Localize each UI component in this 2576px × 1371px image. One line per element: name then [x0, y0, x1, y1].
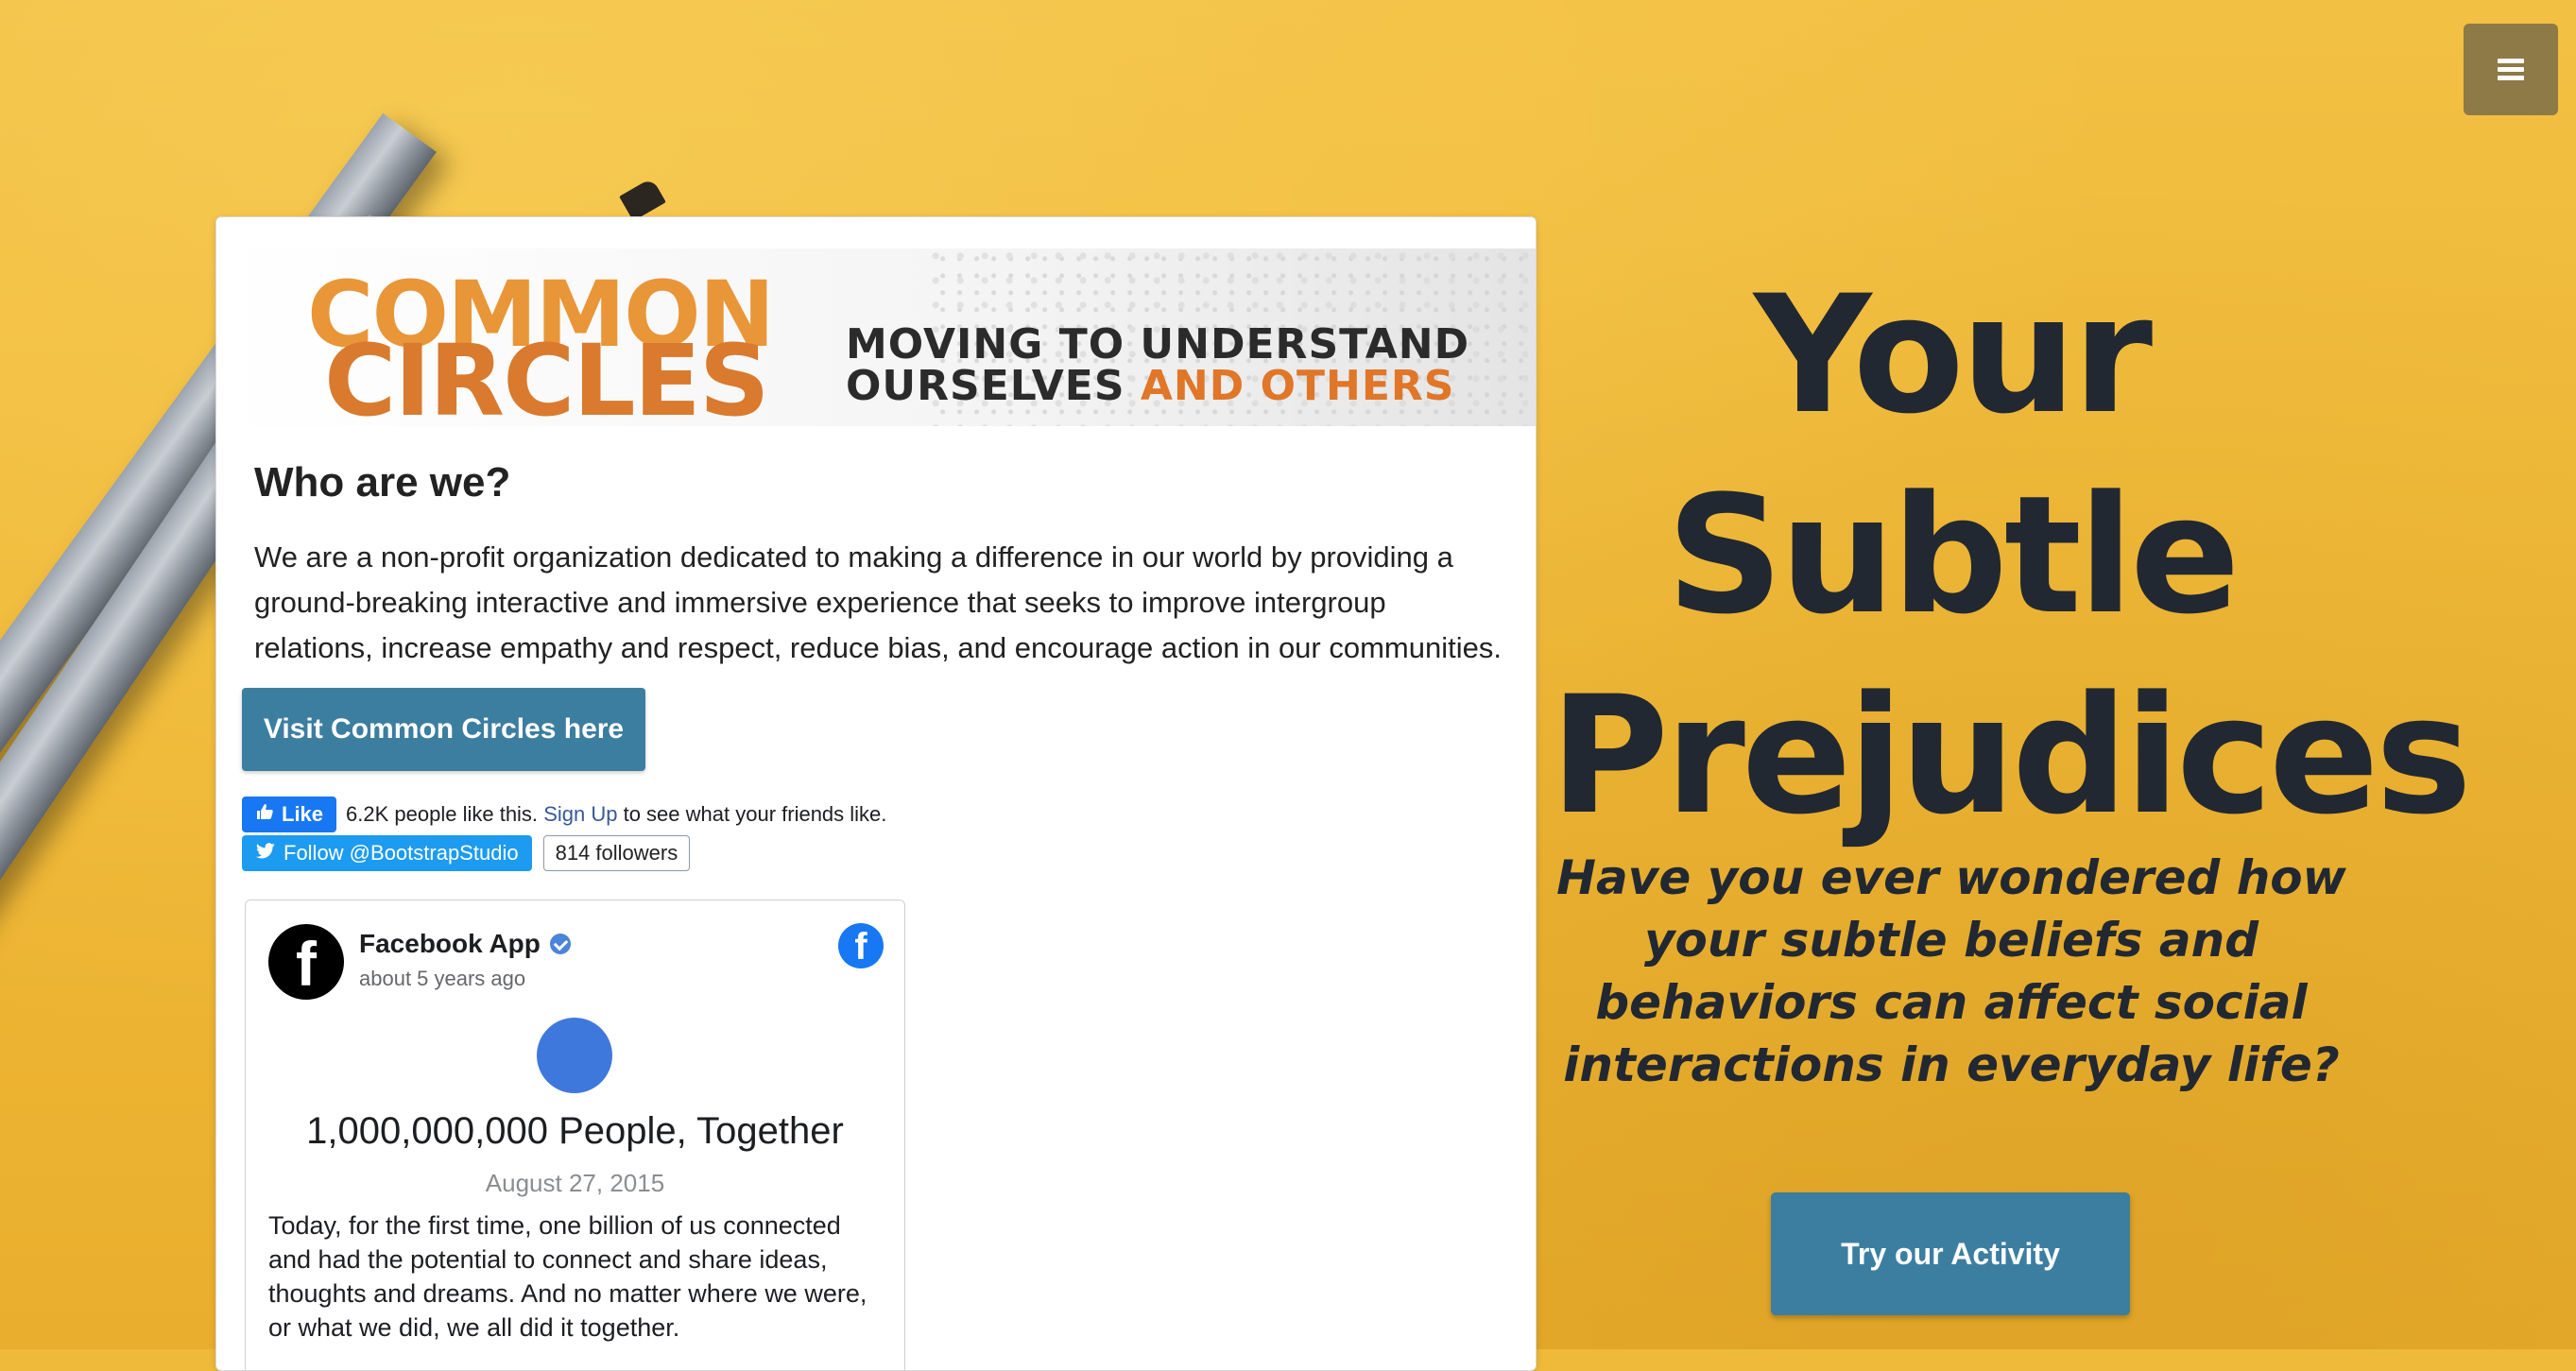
twitter-follow-widget: Follow @BootstrapStudio 814 followers	[242, 834, 691, 872]
hero-title-line-3: Prejudices	[1550, 660, 2472, 850]
tagline-line-2: OURSELVES AND OTHERS	[846, 362, 1455, 410]
like-label: Like	[282, 802, 324, 826]
logo-circles-text: CIRCLES	[324, 323, 770, 426]
post-image-circle	[537, 1018, 612, 1093]
hero-subtitle: Have you ever wondered how your subtle b…	[1556, 850, 2346, 1092]
visit-common-circles-button[interactable]: Visit Common Circles here	[242, 688, 645, 771]
facebook-signup-link[interactable]: Sign Up	[543, 802, 617, 826]
follow-label: Follow @BootstrapStudio	[283, 841, 519, 865]
verified-badge-icon	[549, 934, 571, 954]
facebook-like-widget: Like 6.2K people like this. Sign Up to s…	[242, 796, 886, 833]
try-activity-button[interactable]: Try our Activity	[1771, 1192, 2130, 1315]
like-count-text: 6.2K people like this.	[346, 802, 539, 826]
tagline-line-1: MOVING TO UNDERSTAND	[846, 320, 1470, 368]
about-card: COMMON CIRCLES MOVING TO UNDERSTAND OURS…	[215, 216, 1537, 1371]
post-author[interactable]: Facebook App	[359, 929, 541, 959]
hero-title: Your Subtle Prejudices	[1550, 255, 2472, 856]
twitter-follower-count: 814 followers	[542, 835, 691, 871]
thumbs-up-icon	[255, 802, 274, 827]
facebook-app-avatar[interactable]: f	[268, 924, 344, 1000]
twitter-bird-icon	[255, 841, 276, 865]
hero-title-line-1: Your	[1753, 260, 2153, 450]
facebook-post-embed: f Facebook App about 5 years ago f 1,000…	[245, 900, 905, 1370]
common-circles-banner: COMMON CIRCLES MOVING TO UNDERSTAND OURS…	[222, 248, 1536, 426]
banner-tagline: MOVING TO UNDERSTAND OURSELVES AND OTHER…	[846, 324, 1469, 407]
facebook-logo-icon[interactable]: f	[838, 923, 884, 968]
twitter-follow-button[interactable]: Follow @BootstrapStudio	[242, 835, 532, 871]
post-body: Today, for the first time, one billion o…	[268, 1211, 867, 1342]
post-timestamp[interactable]: about 5 years ago	[359, 967, 525, 991]
facebook-like-button[interactable]: Like	[242, 797, 337, 832]
menu-toggle-button[interactable]	[2464, 24, 2558, 115]
about-text: We are a non-profit organization dedicat…	[254, 540, 1502, 664]
hamburger-icon	[2498, 55, 2524, 84]
about-title: Who are we?	[254, 459, 511, 506]
post-headline: 1,000,000,000 People, Together	[306, 1110, 844, 1152]
post-date: August 27, 2015	[485, 1169, 665, 1197]
hero-title-line-2: Subtle	[1666, 460, 2240, 650]
like-suffix-text: to see what your friends like.	[623, 802, 887, 826]
